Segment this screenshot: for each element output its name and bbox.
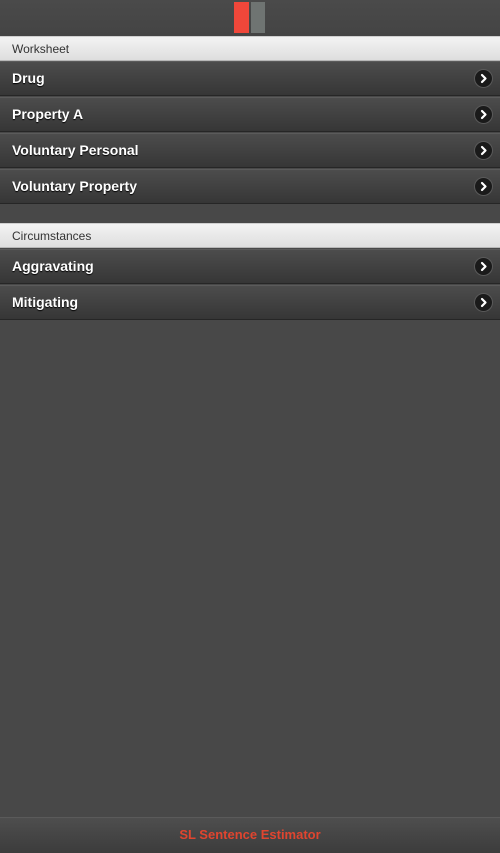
- logo-gray-bar: [251, 2, 265, 33]
- chevron-right-icon: [475, 142, 492, 159]
- list-item-drug[interactable]: Drug: [0, 61, 500, 96]
- section-header-worksheet: Worksheet: [0, 36, 500, 61]
- chevron-right-icon: [475, 258, 492, 275]
- logo-red-bar: [234, 2, 249, 33]
- list-item-property-a[interactable]: Property A: [0, 97, 500, 132]
- app-logo-icon: [234, 2, 265, 33]
- list-item-voluntary-personal[interactable]: Voluntary Personal: [0, 133, 500, 168]
- list-item-label: Mitigating: [12, 294, 79, 310]
- footer-bar: SL Sentence Estimator: [0, 817, 500, 853]
- list-item-label: Aggravating: [12, 258, 94, 274]
- list-item-label: Voluntary Personal: [12, 142, 139, 158]
- footer-title: SL Sentence Estimator: [179, 827, 321, 842]
- chevron-right-icon: [475, 70, 492, 87]
- list-item-label: Property A: [12, 106, 84, 122]
- chevron-right-icon: [475, 106, 492, 123]
- chevron-right-icon: [475, 294, 492, 311]
- chevron-right-icon: [475, 178, 492, 195]
- list-item-mitigating[interactable]: Mitigating: [0, 285, 500, 320]
- top-bar: [0, 0, 500, 36]
- list-item-aggravating[interactable]: Aggravating: [0, 249, 500, 284]
- list-item-voluntary-property[interactable]: Voluntary Property: [0, 169, 500, 204]
- list-item-label: Drug: [12, 70, 45, 86]
- section-header-circumstances: Circumstances: [0, 223, 500, 248]
- list-item-label: Voluntary Property: [12, 178, 137, 194]
